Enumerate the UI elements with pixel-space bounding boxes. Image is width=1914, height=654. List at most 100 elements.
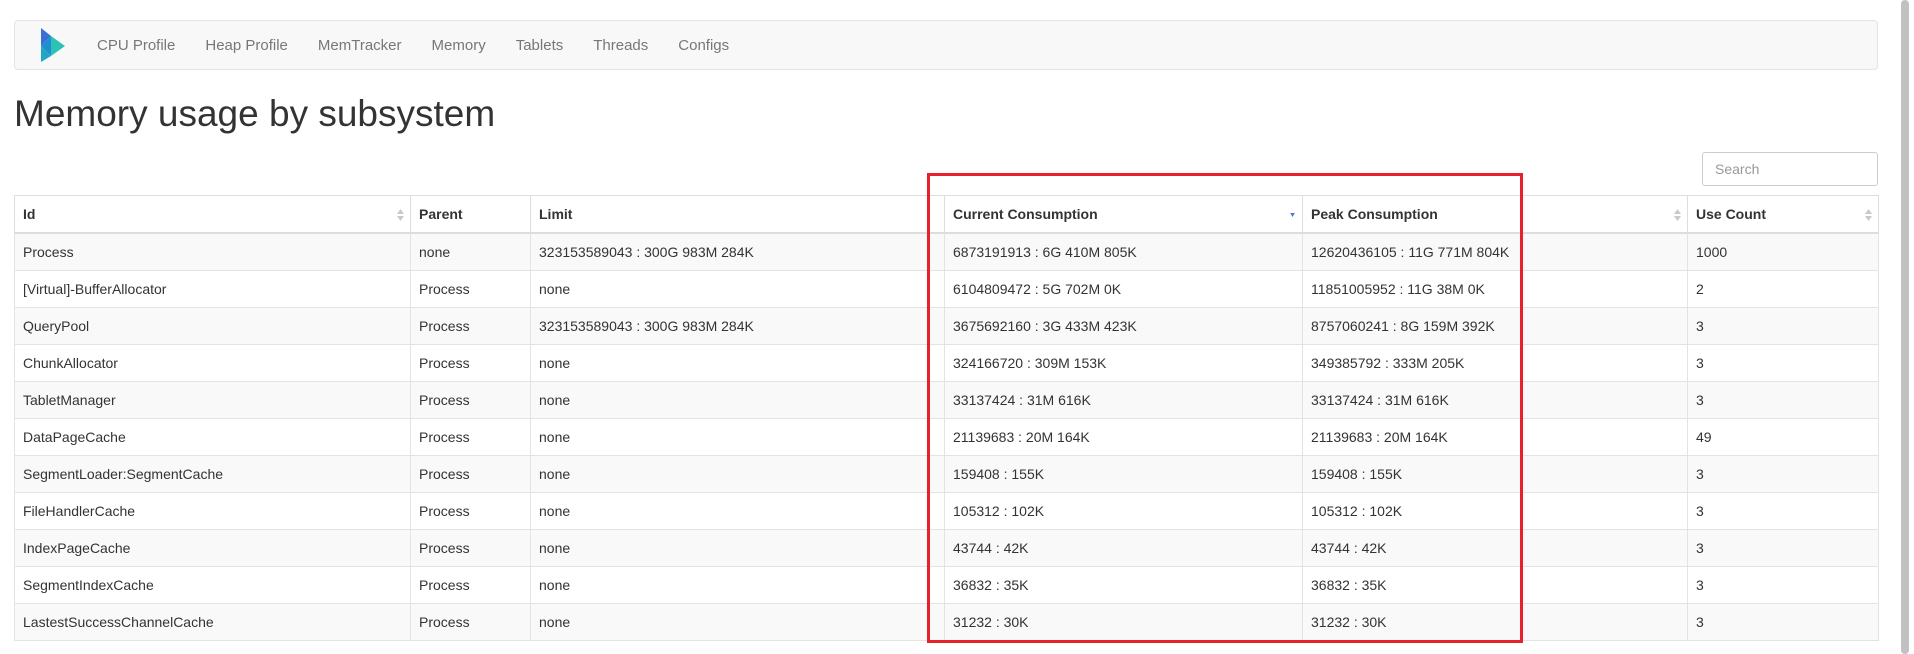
- column-header-label: Id: [23, 206, 36, 222]
- cell-id: QueryPool: [14, 307, 411, 345]
- sort-descending-icon: [1290, 213, 1295, 217]
- cell-peak-consumption: 159408 : 155K: [1302, 455, 1688, 493]
- table-row: QueryPool Process 323153589043 : 300G 983M…: [14, 307, 1879, 345]
- cell-current-consumption: 6873191913 : 6G 410M 805K: [944, 232, 1303, 271]
- cell-peak-consumption: 31232 : 30K: [1302, 603, 1688, 641]
- cell-current-consumption: 33137424 : 31M 616K: [944, 381, 1303, 419]
- column-header-id[interactable]: Id: [14, 195, 411, 234]
- cell-peak-consumption: 21139683 : 20M 164K: [1302, 418, 1688, 456]
- cell-id: SegmentIndexCache: [14, 566, 411, 604]
- cell-peak-consumption: 33137424 : 31M 616K: [1302, 381, 1688, 419]
- table-row: [Virtual]-BufferAllocator Process none 6104…: [14, 270, 1879, 308]
- cell-id: LastestSuccessChannelCache: [14, 603, 411, 641]
- column-header-limit[interactable]: Limit: [530, 195, 945, 234]
- column-header-parent[interactable]: Parent: [410, 195, 531, 234]
- nav-cpu-profile[interactable]: CPU Profile: [97, 37, 175, 54]
- cell-parent: none: [410, 232, 531, 271]
- cell-limit: none: [530, 344, 945, 382]
- cell-use-count: 3: [1687, 566, 1879, 604]
- cell-parent: Process: [410, 529, 531, 567]
- cell-use-count: 1000: [1687, 232, 1879, 271]
- cell-use-count: 3: [1687, 529, 1879, 567]
- cell-current-consumption: 105312 : 102K: [944, 492, 1303, 530]
- table-row: DataPageCache Process none 21139683 : 20M 1…: [14, 418, 1879, 456]
- cell-parent: Process: [410, 270, 531, 308]
- cell-parent: Process: [410, 455, 531, 493]
- cell-limit: 323153589043 : 300G 983M 284K: [530, 307, 945, 345]
- column-header-peak-consumption[interactable]: Peak Consumption: [1302, 195, 1688, 234]
- top-navbar: CPU Profile Heap Profile MemTracker Memo…: [14, 20, 1878, 70]
- cell-id: [Virtual]-BufferAllocator: [14, 270, 411, 308]
- cell-current-consumption: 21139683 : 20M 164K: [944, 418, 1303, 456]
- cell-id: ChunkAllocator: [14, 344, 411, 382]
- cell-peak-consumption: 349385792 : 333M 205K: [1302, 344, 1688, 382]
- cell-limit: none: [530, 603, 945, 641]
- column-header-label: Use Count: [1696, 206, 1766, 222]
- cell-limit: none: [530, 566, 945, 604]
- nav-memory[interactable]: Memory: [432, 37, 486, 54]
- scrollbar-thumb[interactable]: [1901, 0, 1909, 654]
- cell-limit: 323153589043 : 300G 983M 284K: [530, 232, 945, 271]
- cell-peak-consumption: 43744 : 42K: [1302, 529, 1688, 567]
- sort-both-icon: [1674, 209, 1681, 221]
- cell-id: IndexPageCache: [14, 529, 411, 567]
- cell-peak-consumption: 8757060241 : 8G 159M 392K: [1302, 307, 1688, 345]
- search-input[interactable]: [1702, 152, 1878, 186]
- column-header-current-consumption[interactable]: Current Consumption: [944, 195, 1303, 234]
- cell-current-consumption: 3675692160 : 3G 433M 423K: [944, 307, 1303, 345]
- app-logo[interactable]: [35, 25, 69, 65]
- cell-id: FileHandlerCache: [14, 492, 411, 530]
- cell-use-count: 3: [1687, 455, 1879, 493]
- cell-limit: none: [530, 418, 945, 456]
- nav-configs[interactable]: Configs: [678, 37, 729, 54]
- cell-peak-consumption: 105312 : 102K: [1302, 492, 1688, 530]
- cell-limit: none: [530, 492, 945, 530]
- cell-parent: Process: [410, 307, 531, 345]
- cell-current-consumption: 159408 : 155K: [944, 455, 1303, 493]
- table-row: FileHandlerCache Process none 105312 : 102K…: [14, 492, 1879, 530]
- cell-use-count: 49: [1687, 418, 1879, 456]
- column-header-use-count[interactable]: Use Count: [1687, 195, 1879, 234]
- cell-peak-consumption: 12620436105 : 11G 771M 804K: [1302, 232, 1688, 271]
- table-row: SegmentLoader:SegmentCache Process none 159…: [14, 455, 1879, 493]
- cell-use-count: 2: [1687, 270, 1879, 308]
- cell-peak-consumption: 11851005952 : 11G 38M 0K: [1302, 270, 1688, 308]
- cell-peak-consumption: 36832 : 35K: [1302, 566, 1688, 604]
- column-header-label: Limit: [539, 206, 573, 222]
- cell-current-consumption: 31232 : 30K: [944, 603, 1303, 641]
- cell-limit: none: [530, 455, 945, 493]
- cell-current-consumption: 43744 : 42K: [944, 529, 1303, 567]
- nav-tablets[interactable]: Tablets: [516, 37, 564, 54]
- cell-id: TabletManager: [14, 381, 411, 419]
- memory-table-container: Id Parent Limit Current Consumption Peak…: [14, 195, 1879, 641]
- table-body: Process none 323153589043 : 300G 983M 284K…: [14, 232, 1879, 641]
- cell-limit: none: [530, 270, 945, 308]
- cell-use-count: 3: [1687, 344, 1879, 382]
- column-header-label: Peak Consumption: [1311, 206, 1438, 222]
- cell-parent: Process: [410, 603, 531, 641]
- cell-parent: Process: [410, 344, 531, 382]
- nav-heap-profile[interactable]: Heap Profile: [205, 37, 288, 54]
- page: CPU Profile Heap Profile MemTracker Memo…: [0, 0, 1914, 654]
- table-row: Process none 323153589043 : 300G 983M 284K…: [14, 232, 1879, 271]
- nav-threads[interactable]: Threads: [593, 37, 648, 54]
- cell-use-count: 3: [1687, 492, 1879, 530]
- nav-memtracker[interactable]: MemTracker: [318, 37, 402, 54]
- memory-table: Id Parent Limit Current Consumption Peak…: [14, 195, 1879, 641]
- table-row: ChunkAllocator Process none 324166720 : 309…: [14, 344, 1879, 382]
- cell-current-consumption: 324166720 : 309M 153K: [944, 344, 1303, 382]
- column-header-label: Parent: [419, 206, 463, 222]
- cell-limit: none: [530, 381, 945, 419]
- table-row: SegmentIndexCache Process none 36832 : 35K 3…: [14, 566, 1879, 604]
- cell-id: SegmentLoader:SegmentCache: [14, 455, 411, 493]
- table-row: IndexPageCache Process none 43744 : 42K 4374…: [14, 529, 1879, 567]
- cell-parent: Process: [410, 492, 531, 530]
- column-header-label: Current Consumption: [953, 206, 1098, 222]
- cell-current-consumption: 6104809472 : 5G 702M 0K: [944, 270, 1303, 308]
- cell-id: Process: [14, 232, 411, 271]
- cell-use-count: 3: [1687, 603, 1879, 641]
- cell-use-count: 3: [1687, 307, 1879, 345]
- cell-id: DataPageCache: [14, 418, 411, 456]
- cell-use-count: 3: [1687, 381, 1879, 419]
- sort-both-icon: [397, 209, 404, 221]
